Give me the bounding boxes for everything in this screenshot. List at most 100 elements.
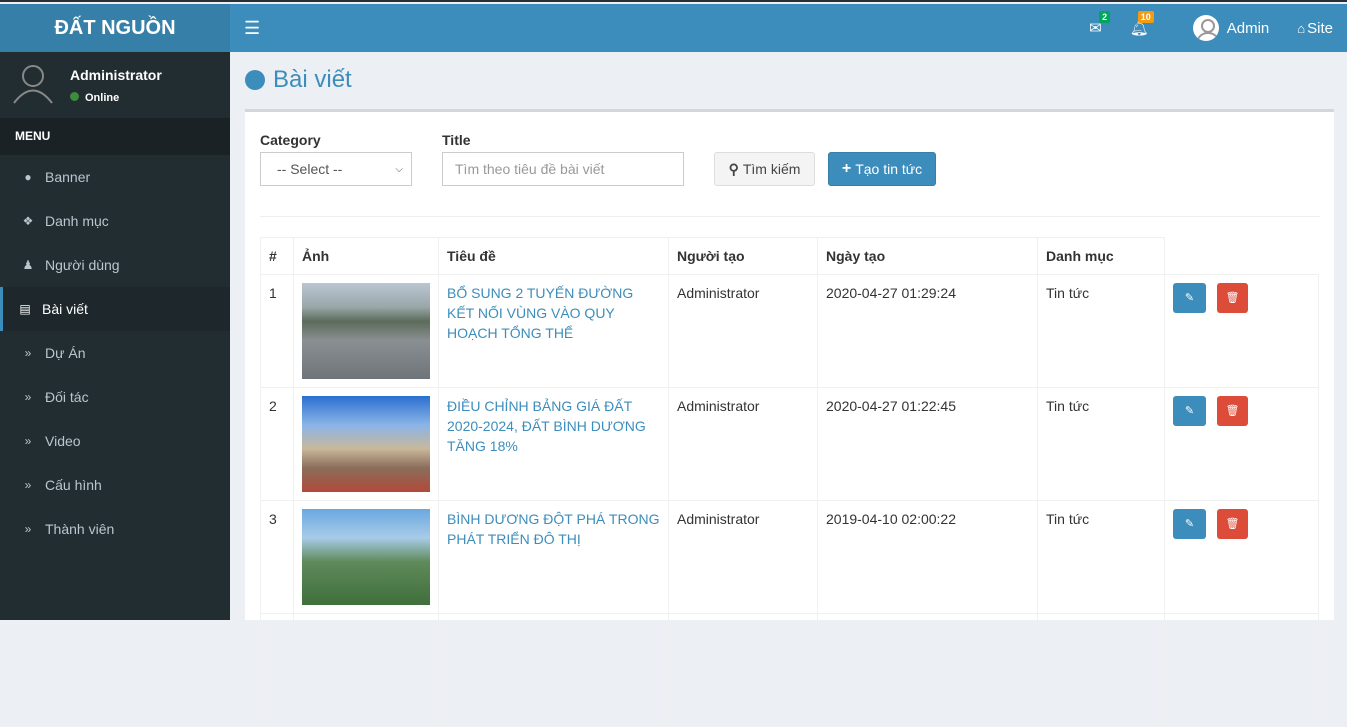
sidebar-item-5[interactable]: » Đối tác: [0, 375, 230, 419]
user-menu[interactable]: Admin: [1179, 15, 1284, 41]
column-header: Danh mục: [1037, 237, 1165, 275]
post-thumbnail[interactable]: [302, 509, 430, 605]
thumbnail-cell: [293, 274, 439, 388]
post-category: Tin tức: [1037, 274, 1165, 388]
edit-icon: ✎: [1184, 292, 1195, 304]
plus-icon: +: [841, 160, 852, 177]
sidebar-item-6[interactable]: » Video: [0, 419, 230, 463]
notifications-button[interactable]: 🔔︎ 10: [1116, 11, 1179, 37]
table-row: [260, 613, 1319, 727]
double-chevron-icon: »: [24, 478, 32, 492]
sidebar-item-1[interactable]: ❖ Danh mục: [0, 199, 230, 243]
sidebar-item-label: Bài viết: [42, 301, 88, 317]
category-label: Category: [260, 132, 321, 148]
trash-icon: 🗑︎: [1225, 405, 1240, 417]
online-status: Online: [70, 92, 119, 104]
actions-header: [1165, 238, 1319, 275]
thumbnail-cell: [293, 387, 439, 501]
post-thumbnail[interactable]: [302, 283, 430, 379]
actions-cell: ✎ 🗑︎: [1164, 274, 1319, 388]
column-header: Ngày tạo: [817, 237, 1038, 275]
title-cell: BÌNH DƯƠNG ĐỘT PHÁ TRONG PHÁT TRIỂN ĐÔ T…: [438, 500, 669, 614]
thumbnail-cell: [293, 500, 439, 614]
site-link[interactable]: ⌂ Site: [1283, 20, 1347, 37]
sidebar-item-3[interactable]: ▤ Bài viết: [0, 287, 230, 331]
users-icon: ♟: [22, 258, 34, 272]
sidebar-item-label: Cấu hình: [45, 477, 102, 493]
top-navbar: ☰ ✉ 2 🔔︎ 10 Admin ⌂ Site: [230, 4, 1347, 52]
search-icon: ⚲: [728, 160, 739, 177]
post-date: 2020-04-27 01:22:45: [817, 387, 1038, 501]
table-row: 2 ĐIỀU CHỈNH BẢNG GIÁ ĐẤT 2020-2024, ĐẤT…: [260, 387, 1319, 501]
messages-button[interactable]: ✉ 2: [1075, 11, 1116, 37]
search-button[interactable]: ⚲ Tìm kiếm: [714, 152, 815, 186]
row-number: 3: [260, 500, 294, 614]
post-title-link[interactable]: ĐIỀU CHỈNH BẢNG GIÁ ĐẤT 2020-2024, ĐẤT B…: [447, 398, 646, 454]
actions-cell: ✎ 🗑︎: [1164, 500, 1319, 614]
row-number: 2: [260, 387, 294, 501]
sidebar-item-label: Video: [45, 433, 81, 449]
delete-button[interactable]: 🗑︎: [1217, 396, 1248, 426]
sidebar-item-0[interactable]: ● Banner: [0, 155, 230, 199]
sidebar-item-label: Danh mục: [45, 213, 109, 229]
title-cell: ĐIỀU CHỈNH BẢNG GIÁ ĐẤT 2020-2024, ĐẤT B…: [438, 387, 669, 501]
page-title: Bài viết: [245, 66, 352, 94]
column-header: Tiêu đề: [438, 237, 669, 275]
double-chevron-icon: »: [24, 346, 32, 360]
trash-icon: 🗑︎: [1225, 518, 1240, 530]
sidebar-item-4[interactable]: » Dự Án: [0, 331, 230, 375]
edit-icon: ✎: [1184, 405, 1195, 417]
tags-icon: ❖: [22, 214, 34, 228]
double-chevron-icon: »: [24, 522, 32, 536]
create-news-button[interactable]: + Tạo tin tức: [828, 152, 936, 186]
post-title-link[interactable]: BỔ SUNG 2 TUYẾN ĐƯỜNG KẾT NỐI VÙNG VÀO Q…: [447, 285, 633, 341]
edit-button[interactable]: ✎: [1173, 509, 1206, 539]
post-author: Administrator: [668, 274, 818, 388]
hamburger-menu-icon[interactable]: ☰: [244, 18, 260, 39]
post-author: Administrator: [668, 387, 818, 501]
sidebar-item-2[interactable]: ♟ Người dùng: [0, 243, 230, 287]
category-select[interactable]: -- Select -- ⌵: [260, 152, 412, 186]
table-row: 3 BÌNH DƯƠNG ĐỘT PHÁ TRONG PHÁT TRIỂN ĐÔ…: [260, 500, 1319, 614]
posts-table: # Ảnh Tiêu đề Người tạo Ngày tạo Danh mục 1 B…: [260, 237, 1319, 727]
sidebar-item-label: Banner: [45, 169, 91, 185]
title-label: Title: [442, 132, 471, 148]
delete-button[interactable]: 🗑︎: [1217, 283, 1248, 313]
avatar: [1192, 15, 1219, 41]
sidebar-item-label: Đối tác: [45, 389, 89, 405]
post-title-link[interactable]: BÌNH DƯƠNG ĐỘT PHÁ TRONG PHÁT TRIỂN ĐÔ T…: [447, 511, 659, 547]
edit-button[interactable]: ✎: [1173, 283, 1206, 313]
delete-button[interactable]: 🗑︎: [1217, 509, 1248, 539]
sidebar: Administrator Online MENU ● Banner ❖ Danh m…: [0, 52, 230, 620]
row-number: 1: [260, 274, 294, 388]
column-header: Người tạo: [668, 237, 818, 275]
notification-badge: 10: [1137, 11, 1154, 23]
trash-icon: 🗑︎: [1225, 292, 1240, 304]
title-cell: BỔ SUNG 2 TUYẾN ĐƯỜNG KẾT NỐI VÙNG VÀO Q…: [438, 274, 669, 388]
edit-button[interactable]: ✎: [1173, 396, 1206, 426]
post-category: Tin tức: [1037, 387, 1165, 501]
actions-cell: ✎ 🗑︎: [1164, 387, 1319, 501]
user-panel: Administrator Online: [0, 52, 230, 118]
site-label: Site: [1307, 19, 1333, 37]
sidebar-item-8[interactable]: » Thành viên: [0, 507, 230, 551]
sidebar-item-label: Người dùng: [45, 257, 120, 273]
post-date: 2020-04-27 01:29:24: [817, 274, 1038, 388]
user-name: Admin: [1226, 19, 1270, 37]
sidebar-item-label: Thành viên: [45, 521, 115, 537]
chevron-down-icon: ⌵: [395, 163, 403, 175]
table-row: 1 BỔ SUNG 2 TUYẾN ĐƯỜNG KẾT NỐI VÙNG VÀO…: [260, 274, 1319, 388]
edit-icon: ✎: [1184, 518, 1195, 530]
home-icon: ⌂: [1297, 20, 1306, 36]
post-thumbnail[interactable]: [302, 396, 430, 492]
menu-header: MENU: [0, 118, 230, 155]
user-icon: [13, 65, 53, 104]
sidebar-item-7[interactable]: » Cấu hình: [0, 463, 230, 507]
sidebar-item-label: Dự Án: [45, 345, 86, 361]
post-category: Tin tức: [1037, 500, 1165, 614]
column-header: #: [260, 237, 294, 275]
title-search-input[interactable]: [442, 152, 684, 186]
brand-logo[interactable]: ĐẤT NGUỒN: [0, 4, 230, 52]
column-header: Ảnh: [293, 237, 439, 275]
mail-badge: 2: [1099, 11, 1111, 23]
